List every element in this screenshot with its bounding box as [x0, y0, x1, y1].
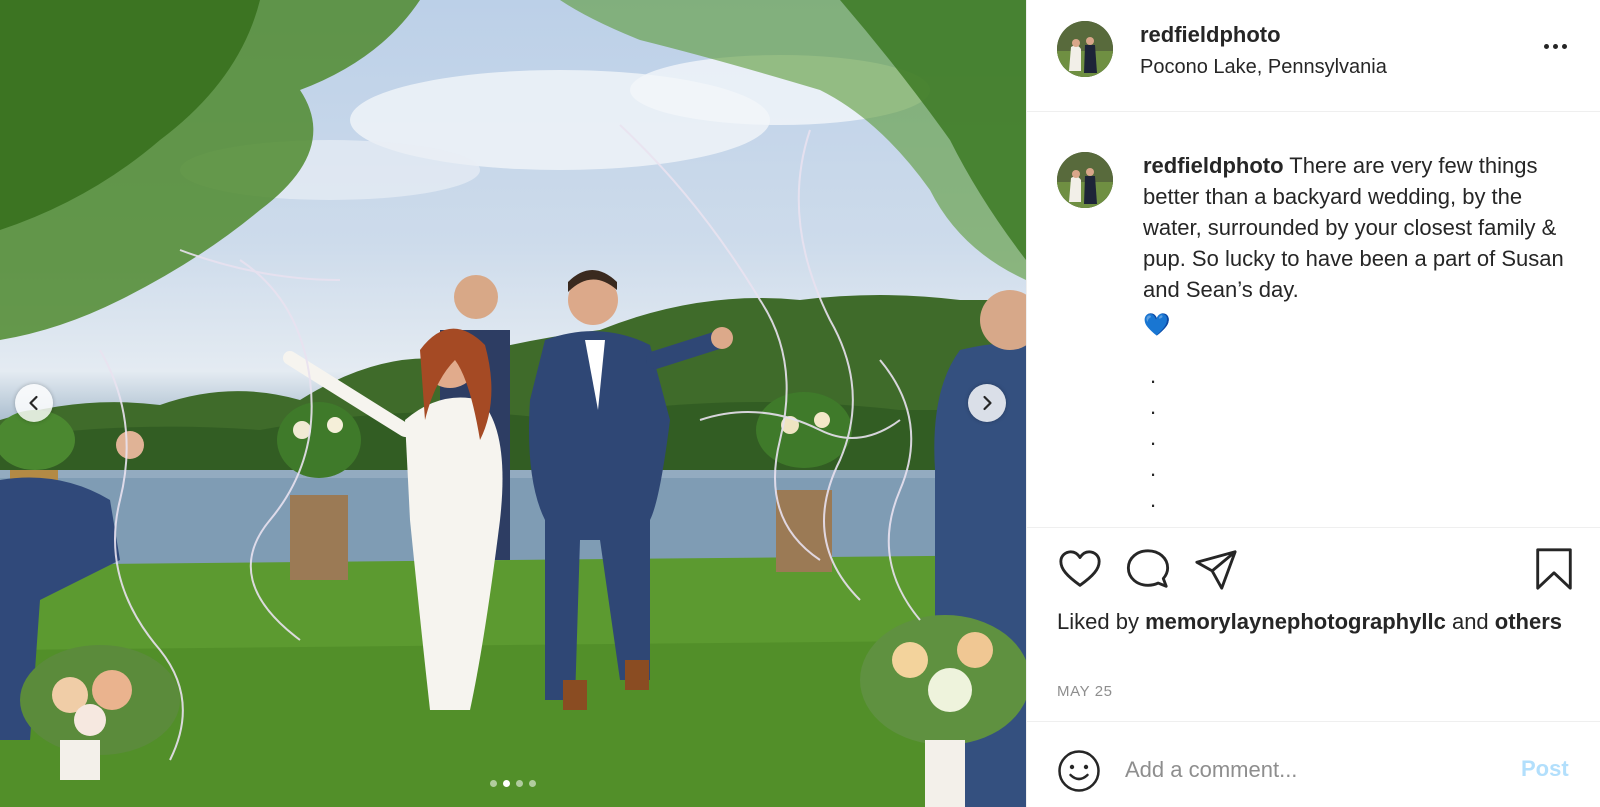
smiley-icon: [1058, 750, 1100, 792]
caption-dots: . . . . .: [1143, 360, 1163, 515]
post-side-panel: redfieldphoto Pocono Lake, Pennsylvania …: [1026, 0, 1600, 807]
header-username[interactable]: redfieldphoto: [1140, 22, 1281, 48]
carousel-dot: [516, 780, 523, 787]
post-date[interactable]: MAY 25: [1057, 683, 1113, 700]
wedding-photo-image: [0, 0, 1026, 807]
caption-dot: .: [1149, 363, 1157, 388]
post-comment-button[interactable]: Post: [1521, 756, 1569, 782]
caption-section: redfieldphoto There are very few things …: [1027, 112, 1600, 527]
post-actions: Liked by memorylaynephotographyllc and o…: [1027, 527, 1600, 721]
carousel-dot: [529, 780, 536, 787]
emoji-picker-button[interactable]: [1057, 749, 1101, 793]
likes-prefix: Liked by: [1057, 609, 1139, 634]
caption-text-block: redfieldphoto There are very few things …: [1143, 150, 1583, 340]
save-button[interactable]: [1531, 546, 1577, 592]
caption-dot: .: [1149, 394, 1157, 419]
next-photo-button[interactable]: [968, 384, 1006, 422]
more-options-button[interactable]: [1537, 36, 1573, 56]
carousel-dot: [503, 780, 510, 787]
profile-picture: [1057, 21, 1113, 77]
carousel-dot: [490, 780, 497, 787]
carousel-indicator: [0, 780, 1026, 787]
avatar[interactable]: [1057, 21, 1113, 77]
comment-icon: [1126, 549, 1170, 588]
comment-bar: Post: [1027, 721, 1600, 807]
comment-button[interactable]: [1125, 546, 1171, 592]
chevron-left-icon: [29, 395, 38, 411]
paper-plane-icon: [1195, 550, 1237, 590]
liker-username[interactable]: memorylaynephotographyllc: [1145, 609, 1446, 634]
heart-icon: [1059, 550, 1101, 587]
share-button[interactable]: [1193, 546, 1239, 592]
comment-input[interactable]: [1125, 750, 1495, 790]
likes-others-link[interactable]: others: [1495, 609, 1562, 634]
likes-conjunction: and: [1451, 609, 1489, 634]
caption-avatar[interactable]: [1057, 152, 1113, 208]
header-location[interactable]: Pocono Lake, Pennsylvania: [1140, 56, 1387, 79]
previous-photo-button[interactable]: [15, 384, 53, 422]
profile-picture: [1057, 152, 1113, 208]
more-dot-icon: [1543, 43, 1549, 49]
caption-dot: .: [1149, 456, 1157, 481]
post-header: redfieldphoto Pocono Lake, Pennsylvania: [1027, 0, 1600, 112]
post-photo[interactable]: [0, 0, 1026, 807]
caption-username[interactable]: redfieldphoto: [1143, 153, 1284, 178]
bookmark-icon: [1536, 548, 1572, 590]
likes-summary: Liked by memorylaynephotographyllc and o…: [1057, 606, 1577, 637]
like-button[interactable]: [1057, 546, 1103, 592]
caption-dot: .: [1149, 487, 1157, 512]
blue-heart-emoji: 💙: [1143, 312, 1171, 337]
more-dot-icon: [1552, 43, 1558, 49]
caption-dot: .: [1149, 425, 1157, 450]
more-dot-icon: [1561, 43, 1567, 49]
chevron-right-icon: [983, 395, 992, 411]
